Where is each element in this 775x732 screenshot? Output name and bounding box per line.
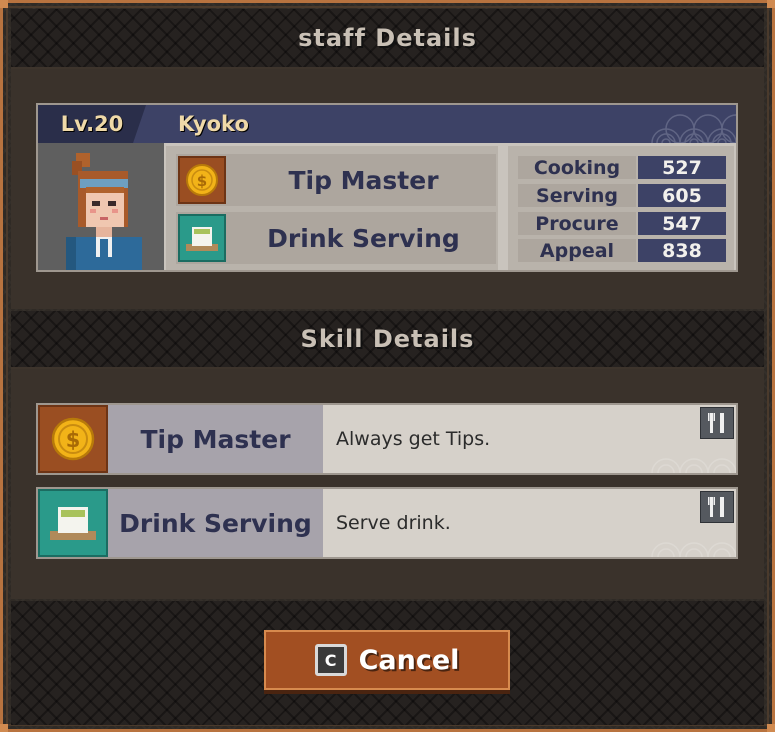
staff-card: Lv.20 Kyoko $ Tip Master Drink Serving C… (36, 103, 738, 272)
skill-details-title: Skill Details (300, 325, 475, 353)
staff-name: Kyoko (178, 112, 249, 136)
frame-corner (767, 724, 775, 732)
wave-pattern-icon (651, 458, 736, 473)
stat-label: Appeal (518, 239, 636, 262)
cancel-button[interactable]: C Cancel (264, 630, 510, 690)
wave-pattern-icon (651, 114, 736, 143)
fork-knife-icon (700, 407, 734, 439)
staff-details-header: staff Details (11, 9, 764, 69)
keyboard-key-c-icon: C (314, 644, 347, 676)
staff-stats: Cooking 527 Serving 605 Procure 547 Appe… (508, 146, 734, 270)
skill-details-header: Skill Details (11, 311, 764, 369)
tea-cup-icon (178, 214, 226, 262)
level-badge: Lv.20 (38, 105, 146, 143)
skill-description: Serve drink. (336, 512, 451, 534)
stat-value: 838 (638, 239, 726, 262)
wave-pattern-icon (651, 542, 736, 557)
stat-cooking: Cooking 527 (518, 156, 726, 179)
frame-corner (767, 0, 775, 8)
staff-skill-drink-serving[interactable]: Drink Serving (176, 212, 496, 264)
stat-appeal: Appeal 838 (518, 239, 726, 262)
frame-corner (0, 0, 8, 8)
staff-skill-label: Drink Serving (267, 223, 460, 253)
staff-details-title: staff Details (298, 24, 477, 52)
stat-value: 605 (638, 184, 726, 207)
frame-corner (0, 724, 8, 732)
stat-procure: Procure 547 (518, 212, 726, 235)
stat-value: 527 (638, 156, 726, 179)
cancel-label: Cancel (358, 644, 460, 676)
skill-name: Drink Serving (108, 489, 323, 557)
staff-skill-label: Tip Master (288, 165, 439, 195)
gold-coin-icon: $ (178, 156, 226, 204)
gold-coin-icon: $ (38, 405, 108, 473)
svg-text:$: $ (66, 428, 81, 452)
kyoko-avatar-icon (66, 153, 142, 270)
fork-knife-icon (700, 491, 734, 523)
staff-portrait (38, 143, 164, 270)
skill-description: Always get Tips. (336, 428, 491, 450)
skill-detail-tip-master: $ Tip Master Always get Tips. (36, 403, 738, 475)
stat-label: Cooking (518, 156, 636, 179)
skill-detail-drink-serving: Drink Serving Serve drink. (36, 487, 738, 559)
stat-serving: Serving 605 (518, 184, 726, 207)
level-text: Lv.20 (60, 112, 124, 136)
staff-card-header: Lv.20 Kyoko (38, 105, 736, 143)
stat-value: 547 (638, 212, 726, 235)
stat-label: Serving (518, 184, 636, 207)
tea-cup-icon (38, 489, 108, 557)
svg-text:$: $ (197, 172, 207, 190)
staff-skill-tip-master[interactable]: $ Tip Master (176, 154, 496, 206)
staff-skill-list: $ Tip Master Drink Serving (166, 146, 498, 270)
skill-name: Tip Master (108, 405, 323, 473)
stat-label: Procure (518, 212, 636, 235)
